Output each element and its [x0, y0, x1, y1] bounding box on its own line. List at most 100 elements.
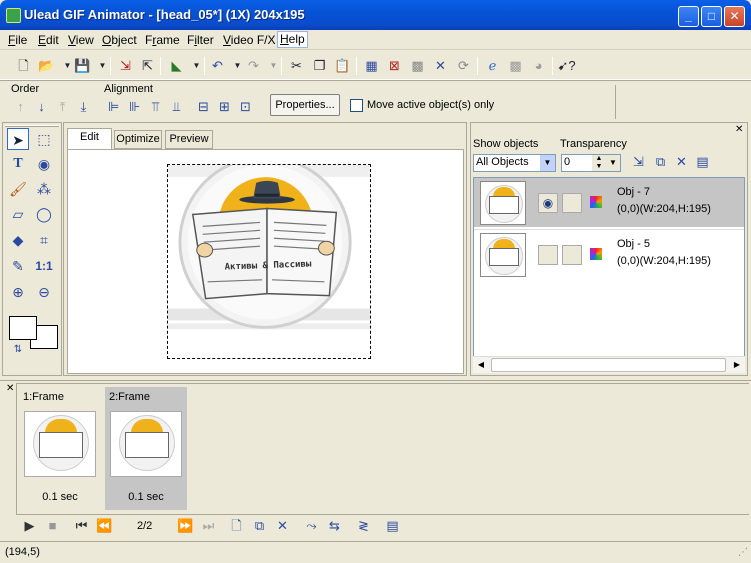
add-frame-icon[interactable]: 🗋 — [227, 516, 246, 535]
play-icon[interactable]: ▶ — [20, 516, 39, 535]
text-tool-icon[interactable]: T — [7, 153, 29, 175]
magic-wand-icon[interactable]: ⁂ — [33, 178, 55, 200]
lock-toggle[interactable] — [562, 193, 582, 213]
pick-tool-icon[interactable]: ➤ — [7, 128, 29, 150]
image-canvas[interactable]: Активы & Пассивы — [167, 164, 371, 359]
tween-icon[interactable]: ✕ — [431, 56, 450, 75]
browser-preview-icon[interactable]: ℯ — [483, 56, 502, 75]
close-button[interactable]: ✕ — [724, 6, 745, 27]
frame-item-1[interactable]: 1:Frame 0.1 sec — [19, 387, 101, 510]
effects-icon[interactable]: ◕ — [529, 56, 548, 75]
eyedropper-icon[interactable]: ✎ — [7, 255, 29, 277]
menu-file[interactable]: File — [8, 33, 27, 47]
bring-to-front-icon[interactable]: ↑ — [11, 97, 30, 116]
color-tool-icon[interactable]: ◣ — [167, 56, 186, 75]
import-icon[interactable]: ⇲ — [116, 56, 135, 75]
fill-tool-icon[interactable]: ◆ — [7, 229, 29, 251]
first-frame-icon[interactable]: ⏮ — [72, 516, 91, 535]
stop-icon[interactable]: ■ — [43, 516, 62, 535]
tab-optimize[interactable]: Optimize — [114, 130, 162, 149]
bring-forward-icon[interactable]: ⤒ — [53, 97, 72, 116]
center-horizontal-icon[interactable]: ⊟ — [194, 97, 213, 116]
minimize-button[interactable]: _ — [678, 6, 699, 27]
swap-colors-icon[interactable]: ⇅ — [7, 339, 29, 361]
move-active-checkbox[interactable] — [350, 99, 363, 112]
align-bottom-icon[interactable]: ⫫ — [167, 97, 186, 116]
zoom-in-icon[interactable]: ⊕ — [7, 281, 29, 303]
canvas-workspace[interactable]: Активы & Пассивы — [67, 149, 464, 374]
duplicate-object-icon[interactable]: ⧉ — [651, 152, 670, 171]
tab-edit[interactable]: Edit — [67, 128, 112, 149]
delete-object-icon[interactable]: ✕ — [672, 152, 691, 171]
scroll-left-icon[interactable]: ◀ — [473, 357, 489, 373]
list-item[interactable]: ◉ Obj - 7 (0,0)(W:204,H:195) — [474, 178, 744, 228]
resize-grip-icon[interactable]: ⋰ — [738, 547, 748, 558]
objects-horizontal-scrollbar[interactable]: ◀ ▶ — [473, 356, 745, 373]
save-icon[interactable]: 💾 — [73, 56, 92, 75]
menu-filter[interactable]: Filter — [187, 33, 214, 47]
center-vertical-icon[interactable]: ⊞ — [215, 97, 234, 116]
list-item[interactable]: Obj - 5 (0,0)(W:204,H:195) — [474, 229, 744, 279]
next-frame-icon[interactable]: ⏩ — [176, 516, 195, 535]
menu-help[interactable]: Help — [277, 31, 308, 48]
object-properties-icon[interactable]: ▤ — [693, 152, 712, 171]
marquee-tool-icon[interactable]: ⬚ — [33, 128, 55, 150]
send-backward-icon[interactable]: ↓ — [32, 97, 51, 116]
crop-tool-icon[interactable]: ⌗ — [33, 229, 55, 251]
visibility-toggle[interactable] — [538, 245, 558, 265]
export-icon[interactable]: ⇱ — [138, 56, 157, 75]
tab-preview[interactable]: Preview — [165, 130, 213, 149]
align-top-icon[interactable]: ⫪ — [146, 97, 165, 116]
maximize-button[interactable]: □ — [701, 6, 722, 27]
delete-frame-panel-icon[interactable]: ✕ — [273, 516, 292, 535]
add-object-icon[interactable]: ⇲ — [629, 152, 648, 171]
center-both-icon[interactable]: ⊡ — [236, 97, 255, 116]
show-objects-select[interactable]: All Objects ▼ — [473, 154, 556, 172]
delete-frame-icon[interactable]: ⊠ — [385, 56, 404, 75]
align-left-icon[interactable]: ⊫ — [104, 97, 123, 116]
ellipse-select-icon[interactable]: ◯ — [33, 203, 55, 225]
close-objects-panel-icon[interactable]: ✕ — [735, 124, 743, 135]
foreground-color-swatch[interactable] — [9, 316, 37, 340]
paste-icon[interactable]: 📋 — [333, 56, 352, 75]
frame-properties-icon[interactable]: ▦ — [362, 56, 381, 75]
lock-toggle[interactable] — [562, 245, 582, 265]
scroll-right-icon[interactable]: ▶ — [729, 357, 745, 373]
align-right-icon[interactable]: ⊪ — [125, 97, 144, 116]
menu-object[interactable]: Object — [102, 33, 137, 47]
lasso-tool-icon[interactable]: ◉ — [33, 153, 55, 175]
menu-frame[interactable]: Frame — [145, 33, 180, 47]
open-folder-icon[interactable]: 📂 — [37, 56, 56, 75]
send-to-back-icon[interactable]: ⤓ — [74, 97, 93, 116]
wizard-icon[interactable]: ▩ — [506, 56, 525, 75]
brush-tool-icon[interactable]: 🖌 — [7, 178, 29, 200]
zoom-out-icon[interactable]: ⊖ — [33, 281, 55, 303]
frame-item-2[interactable]: 2:Frame 0.1 sec — [105, 387, 187, 510]
frame-tool-icon[interactable]: ▩ — [408, 56, 427, 75]
duplicate-frame-icon[interactable]: ⧉ — [250, 516, 269, 535]
reverse-frames-icon[interactable]: ⇆ — [325, 516, 344, 535]
help-pointer-icon[interactable]: ➹? — [557, 56, 576, 75]
eraser-tool-icon[interactable]: ▱ — [7, 203, 29, 225]
menu-view[interactable]: View — [68, 33, 94, 47]
actual-size-icon[interactable]: 1:1 — [33, 255, 55, 277]
eye-visibility-icon[interactable]: ◉ — [538, 193, 558, 213]
last-frame-icon[interactable]: ⏭ — [199, 516, 218, 535]
frame-panel-properties-icon[interactable]: ▤ — [383, 516, 402, 535]
close-frames-panel-icon[interactable]: ✕ — [6, 383, 14, 394]
properties-button[interactable]: Properties... — [270, 94, 340, 116]
cut-icon[interactable]: ✂ — [287, 56, 306, 75]
menu-video-fx[interactable]: Video F/X — [223, 33, 276, 47]
menu-edit[interactable]: Edit — [38, 33, 59, 47]
tween-frames-icon[interactable]: ⤳ — [302, 516, 321, 535]
undo-icon[interactable]: ↶ — [208, 56, 227, 75]
color-mode-icon — [590, 248, 602, 260]
optimize-icon[interactable]: ⟳ — [454, 56, 473, 75]
redo-icon[interactable]: ↷ — [244, 56, 263, 75]
text-banner-icon[interactable]: ≷ — [354, 516, 373, 535]
previous-frame-icon[interactable]: ⏪ — [95, 516, 114, 535]
transparency-stepper[interactable]: 0 ▲ ▼ ▼ — [561, 154, 621, 172]
copy-icon[interactable]: ❐ — [310, 56, 329, 75]
new-file-icon[interactable]: 🗋 — [14, 56, 33, 75]
scroll-thumb[interactable] — [491, 358, 726, 372]
